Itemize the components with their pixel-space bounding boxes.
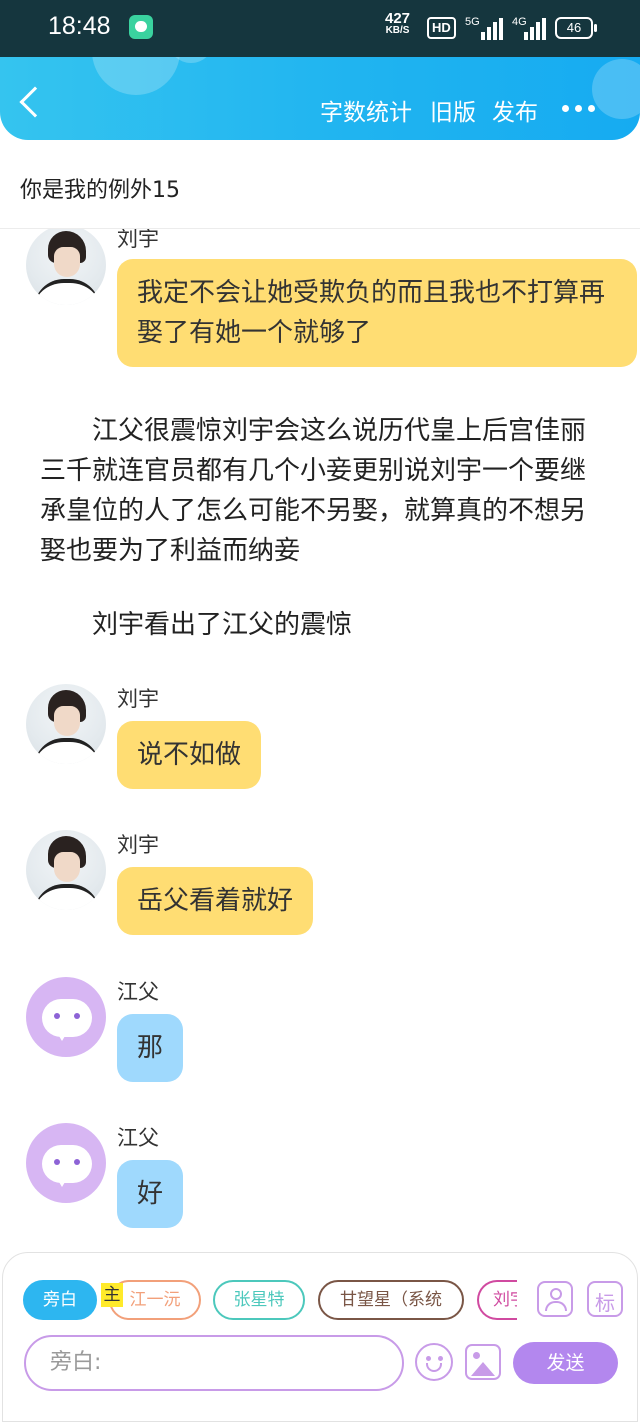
speaker-name: 江父: [117, 1126, 159, 1150]
chat-bubble[interactable]: 那: [117, 1014, 184, 1082]
chat-bubble[interactable]: 说不如做: [117, 721, 262, 789]
status-bar: 18:48 427 KB/S HD 5G 4G 46: [0, 0, 640, 57]
speaker-name: 江父: [117, 980, 159, 1004]
decor-bubble: [92, 57, 180, 95]
role-narrator[interactable]: 旁白: [23, 1280, 97, 1320]
app-header: 字数统计 旧版 发布: [0, 57, 640, 140]
speaker-name: 刘宇: [117, 687, 159, 711]
chat-area[interactable]: 刘宇 我定不会让她受欺负的而且我也不打算再娶了有她一个就够了 江父很震惊刘宇会这…: [0, 229, 640, 1252]
signal-5g-label: 5G: [465, 16, 480, 28]
story-title: 你是我的例外15: [20, 178, 180, 203]
avatar-liuyu[interactable]: [26, 830, 106, 910]
battery-icon: 46: [555, 17, 597, 39]
back-arrow-icon[interactable]: [19, 86, 51, 118]
role-liuyu[interactable]: 刘宇: [477, 1280, 517, 1320]
network-speed: 427 KB/S: [385, 11, 410, 37]
signal-4g-icon: 4G: [512, 16, 546, 40]
emoji-icon[interactable]: [415, 1343, 453, 1381]
signal-4g-label: 4G: [512, 16, 527, 28]
add-role-icon[interactable]: [537, 1281, 573, 1317]
narration-text[interactable]: 刘宇看出了江父的震惊: [40, 605, 610, 645]
tag-button-label: 标: [595, 1291, 615, 1315]
composer-panel: 旁白 江一沅 主 张星特 甘望星（系统 刘宇 标 旁白: 发送: [2, 1252, 638, 1422]
chat-bubble[interactable]: 好: [117, 1160, 184, 1228]
chat-bubble[interactable]: 岳父看着就好: [117, 867, 314, 935]
chat-bubble[interactable]: 我定不会让她受欺负的而且我也不打算再娶了有她一个就够了: [117, 259, 637, 367]
main-character-tag: 主: [101, 1283, 123, 1307]
avatar-liuyu[interactable]: [26, 684, 106, 764]
decor-bubble: [592, 59, 640, 119]
avatar-jiangfu[interactable]: [26, 977, 106, 1057]
hd-voice-icon: HD: [427, 17, 456, 39]
network-speed-unit: KB/S: [385, 25, 410, 36]
status-time: 18:48: [48, 12, 111, 40]
signal-5g-icon: 5G: [465, 16, 503, 40]
speaker-name: 刘宇: [117, 833, 159, 857]
narration-text[interactable]: 江父很震惊刘宇会这么说历代皇上后宫佳丽三千就连官员都有几个小妾更别说刘宇一个要继…: [40, 411, 610, 571]
publish-button[interactable]: 发布: [492, 93, 538, 127]
word-count-button[interactable]: 字数统计: [320, 93, 412, 127]
image-upload-icon[interactable]: [465, 1344, 501, 1380]
role-zhangxingte[interactable]: 张星特: [213, 1280, 305, 1320]
role-ganwangxing[interactable]: 甘望星（系统: [318, 1280, 464, 1320]
old-version-button[interactable]: 旧版: [430, 93, 476, 127]
avatar-jiangfu[interactable]: [26, 1123, 106, 1203]
tag-button[interactable]: 标: [587, 1281, 623, 1317]
speaker-name: 刘宇: [117, 229, 159, 251]
avatar-liuyu[interactable]: [26, 229, 106, 305]
send-button[interactable]: 发送: [513, 1342, 618, 1384]
message-input[interactable]: 旁白:: [24, 1335, 404, 1391]
chat-app-icon: [129, 15, 153, 39]
more-options-icon[interactable]: [562, 105, 596, 113]
